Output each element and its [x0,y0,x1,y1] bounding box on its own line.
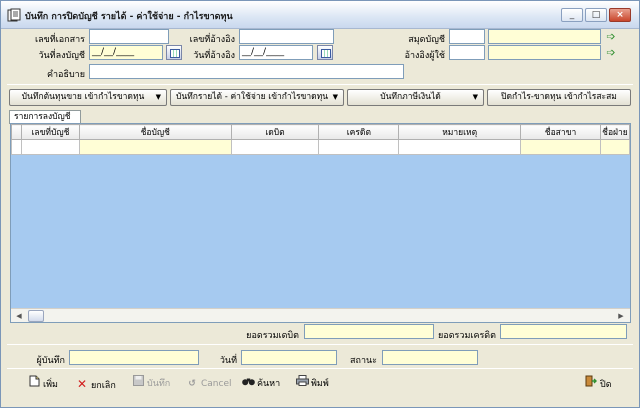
scroll-right-icon[interactable]: ▶ [614,310,628,322]
maximize-button[interactable]: □ [585,8,607,22]
journal-code-input[interactable] [449,29,485,44]
debit-cell[interactable] [230,139,320,155]
window-title: บันทึก การปิดบัญชี รายได้ - ค่าใช้จ่าย -… [25,12,233,22]
search-label: ค้นหา [257,379,281,389]
red-x-icon: ✕ [76,377,88,391]
scroll-thumb[interactable] [28,310,44,322]
recorder-label: ผู้บันทึก [36,356,65,366]
post-date-input[interactable]: __/__/____ [89,45,163,60]
cancel-button[interactable]: ✕ ยกเลิก [75,375,116,393]
record-income-tax-label: บันทึกภาษีเงินได้ [380,92,441,102]
ref-no-input[interactable] [239,29,334,44]
grid-header-row: เลขที่บัญชี ชื่อบัญชี เดบิต เครดิต หมายเ… [11,124,630,140]
ref-person-code-input[interactable] [449,45,485,60]
credit-cell[interactable] [318,139,400,155]
add-label: เพิ่ม [43,380,58,390]
main-window: บันทึก การปิดบัญชี รายได้ - ค่าใช้จ่าย -… [0,0,640,408]
journal-name-field [488,29,601,44]
title-bar[interactable]: บันทึก การปิดบัญชี รายได้ - ค่าใช้จ่าย -… [1,1,639,29]
ledger-icon [7,8,21,22]
ref-person-lookup-icon[interactable]: ➩ [604,46,618,60]
total-credit-field [500,324,627,339]
journal-grid[interactable]: เลขที่บัญชี ชื่อบัญชี เดบิต เครดิต หมายเ… [10,123,631,323]
dropdown-arrow-icon: ▼ [332,93,338,101]
status-field [382,350,478,365]
journal-label: สมุดบัญชี [408,35,445,45]
ref-date-input[interactable]: __/__/____ [239,45,313,60]
cancel-label: ยกเลิก [91,381,116,391]
row-selector-header [11,124,22,140]
doc-no-label: เลขที่เอกสาร [35,35,85,45]
close-label: ปิด [600,380,612,390]
record-date-label: วันที่ [219,356,237,366]
account-no-cell[interactable] [20,139,80,155]
grid-table: เลขที่บัญชี ชื่อบัญชี เดบิต เครดิต หมายเ… [11,124,630,155]
status-label: สถานะ [350,356,377,366]
cancel-en-button[interactable]: ↺ Cancel [185,375,232,393]
tab-journal-entries[interactable]: รายการลงบัญชี [9,110,81,124]
dropdown-arrow-icon: ▼ [155,93,161,101]
separator [7,84,633,85]
column-header[interactable]: เลขที่บัญชี [20,124,80,140]
grid-body: เลขที่บัญชี ชื่อบัญชี เดบิต เครดิต หมายเ… [11,124,630,308]
horizontal-scrollbar[interactable]: ◀ ▶ [11,308,630,322]
department-cell[interactable] [599,139,630,155]
close-window-button[interactable]: × [609,8,631,22]
close-pl-retained-label: ปิดกำไร-ขาดทุน เข้ากำไรสะสม [501,92,617,102]
column-header[interactable]: ชื่อสาขา [520,124,601,140]
save-label: บันทึก [147,379,171,389]
column-header[interactable]: เดบิต [230,124,320,140]
undo-icon: ↺ [188,379,196,389]
record-date-field [241,350,337,365]
journal-lookup-icon[interactable]: ➩ [604,30,618,44]
add-button[interactable]: เพิ่ม [27,375,58,393]
ref-date-label: วันที่อ้างอิง [193,51,235,61]
print-label: พิมพ์ [311,379,329,389]
close-income-expense-label: บันทึกรายได้ - ค่าใช้จ่าย เข้ากำไรขาดทุน [175,92,329,102]
printer-icon [295,375,309,393]
remark-cell[interactable] [398,139,522,155]
ref-no-label: เลขที่อ้างอิง [189,35,235,45]
branch-cell[interactable] [520,139,601,155]
ref-person-label: อ้างอิงผู้ใช้ [404,51,445,61]
cancel-en-label: Cancel [201,379,232,389]
column-header[interactable]: เครดิต [318,124,400,140]
separator [7,368,633,369]
column-header[interactable]: ชื่อบัญชี [78,124,232,140]
calendar-icon[interactable] [317,45,333,60]
total-credit-label: ยอดรวมเครดิต [438,331,496,341]
table-row[interactable] [11,139,630,155]
print-button[interactable]: พิมพ์ [295,375,329,393]
dropdown-arrow-icon: ▼ [472,93,478,101]
post-date-label: วันที่ลงบัญชี [38,51,85,61]
total-debit-label: ยอดรวมเดบิต [246,331,299,341]
minimize-button[interactable]: _ [561,8,583,22]
description-label: คำอธิบาย [46,70,85,80]
recorder-field [69,350,199,365]
disk-icon [131,375,145,393]
column-header[interactable]: หมายเหตุ [398,124,522,140]
total-debit-field [304,324,434,339]
description-input[interactable] [89,64,404,79]
exit-door-icon [584,375,598,394]
binoculars-icon [241,375,255,393]
row-selector[interactable] [11,139,22,155]
search-button[interactable]: ค้นหา [241,375,280,393]
record-income-tax-button[interactable]: บันทึกภาษีเงินได้ ▼ [347,89,484,106]
close-income-expense-button[interactable]: บันทึกรายได้ - ค่าใช้จ่าย เข้ากำไรขาดทุน… [170,89,344,106]
column-header[interactable]: ชื่อฝ่าย [599,124,630,140]
ref-person-name-field [488,45,601,60]
save-button[interactable]: บันทึก [131,375,170,393]
new-document-icon [27,375,41,394]
close-pl-retained-button[interactable]: ปิดกำไร-ขาดทุน เข้ากำไรสะสม [487,89,631,106]
close-button[interactable]: ปิด [584,375,612,393]
doc-no-input[interactable] [89,29,169,44]
separator [7,344,633,345]
close-cogs-label: บันทึกต้นทุนขาย เข้ากำไรขาดทุน [21,92,145,102]
account-name-cell[interactable] [78,139,232,155]
close-cogs-button[interactable]: บันทึกต้นทุนขาย เข้ากำไรขาดทุน ▼ [9,89,167,106]
scroll-left-icon[interactable]: ◀ [12,310,26,322]
